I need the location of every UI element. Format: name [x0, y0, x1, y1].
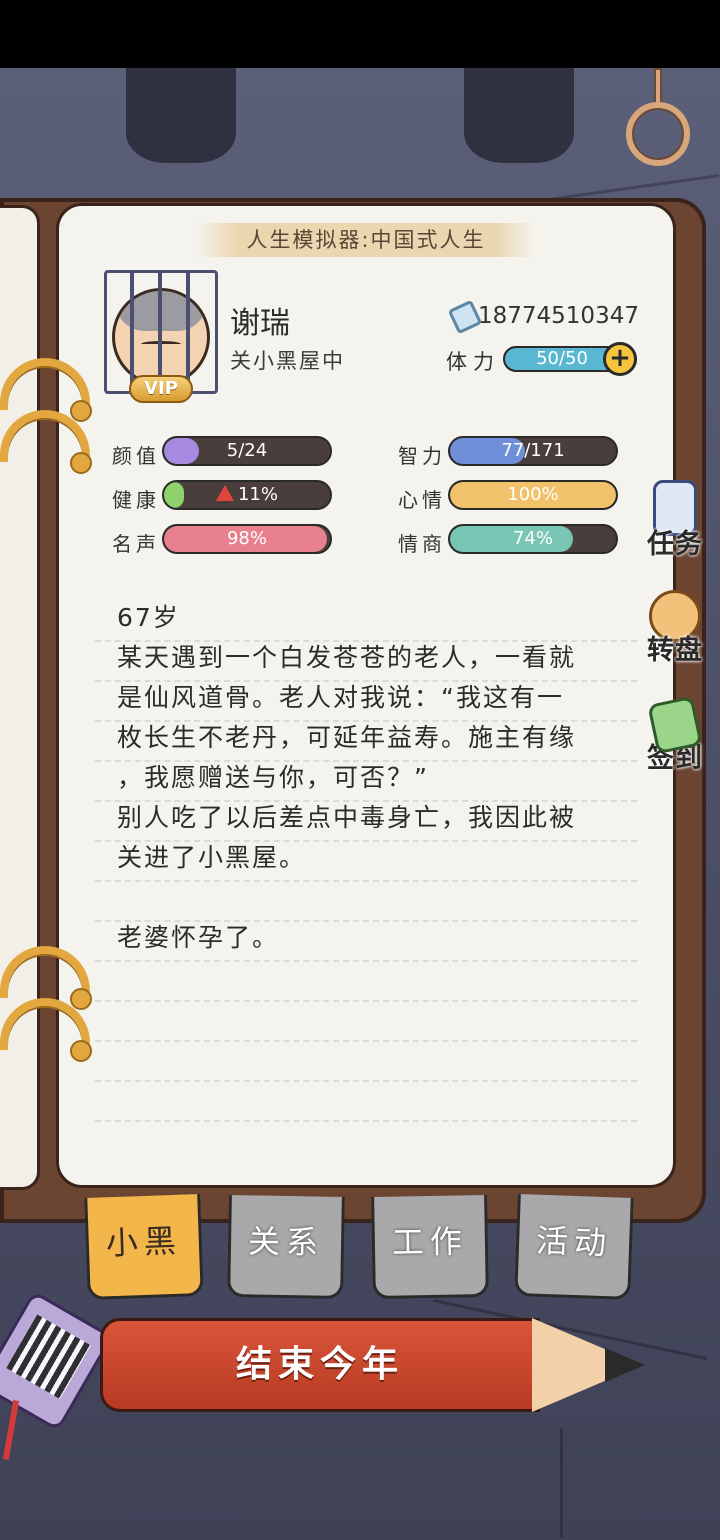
story-text: 67岁 某天遇到一个白发苍苍的老人，一看就 是仙风道骨。老人对我说：“我这有一 … [117, 598, 637, 958]
hanging-ring-icon [626, 102, 690, 166]
story-line: 别人吃了以后差点中毒身亡，我因此被 [117, 803, 577, 832]
ruled-line [95, 1080, 637, 1082]
stat-label-fame: 名声 [112, 532, 160, 556]
stamina-value: 50/50 [536, 348, 588, 369]
story-line: ，我愿赠送与你，可否？” [117, 763, 429, 792]
task-label: 任务 [647, 529, 703, 560]
task-button[interactable]: 任务 [640, 480, 710, 561]
stat-label-mood: 心情 [398, 488, 446, 512]
ruled-line [95, 1040, 637, 1042]
checkin-button[interactable]: 签到 [640, 695, 710, 775]
notebook-pen-icon [647, 695, 703, 755]
stat-value: 5/24 [226, 440, 268, 461]
stat-bar-health: 11% [162, 480, 332, 510]
tab-work[interactable]: 工作 [371, 1194, 489, 1300]
story-line: 关进了小黑屋。 [117, 843, 307, 872]
stat-bar-eq: 74% [448, 524, 618, 554]
story-line: 枚长生不老丹，可延年益寿。施主有缘 [117, 723, 577, 752]
stat-label-appearance: 颜值 [112, 444, 160, 468]
floor-crack [560, 1428, 563, 1538]
stat-label-health: 健康 [112, 488, 160, 512]
end-year-label: 结束今年 [235, 1344, 404, 1385]
stamina-label: 体力 [446, 350, 500, 374]
vip-badge[interactable]: VIP [129, 375, 193, 403]
stat-value: 74% [512, 528, 553, 549]
story-line: 是仙风道骨。老人对我说：“我这有一 [117, 683, 564, 712]
stat-label-intelligence: 智力 [398, 444, 446, 468]
tab-jail[interactable]: 小黑屋 [84, 1194, 204, 1354]
add-stamina-button[interactable]: + [603, 342, 637, 376]
tab-activity[interactable]: 活动 [514, 1194, 634, 1300]
stat-bar-mood: 100% [448, 480, 618, 510]
tab-relations[interactable]: 关系 [227, 1194, 345, 1300]
stat-value: 100% [507, 484, 559, 505]
wheel-button[interactable]: 转盘 [640, 590, 710, 667]
stat-value: 77/171 [501, 440, 565, 461]
jail-bar [130, 270, 134, 394]
health-value: 11% [237, 484, 278, 505]
stat-bar-intelligence: 77/171 [448, 436, 618, 466]
pencil-tip [605, 1348, 645, 1382]
story-line: 某天遇到一个白发苍苍的老人，一看就 [117, 643, 577, 672]
pillar-left [126, 68, 236, 163]
stat-label-eq: 情商 [398, 532, 446, 556]
game-title: 人生模拟器:中国式人生 [197, 223, 535, 257]
age-text: 67岁 [117, 603, 180, 632]
ruled-line [95, 960, 637, 962]
jail-bar [186, 270, 190, 394]
wheel-label: 转盘 [647, 635, 703, 666]
pillar-right [464, 68, 574, 163]
character-status: 关小黑屋中 [230, 349, 345, 373]
stat-value: 11% [164, 482, 330, 508]
stat-bar-appearance: 5/24 [162, 436, 332, 466]
ruled-line [95, 1120, 637, 1122]
stat-bar-fame: 98% [162, 524, 332, 554]
stat-value: 98% [226, 528, 267, 549]
story-line: 老婆怀孕了。 [117, 923, 280, 952]
character-name: 谢瑞 [230, 306, 290, 341]
warning-icon [215, 485, 234, 501]
ruled-line [95, 1000, 637, 1002]
story-line [117, 878, 637, 918]
end-year-button[interactable]: 结束今年 [100, 1318, 645, 1412]
ring-stem [654, 68, 662, 106]
qr-code-icon [6, 1314, 91, 1400]
phone-number: 18774510347 [478, 303, 639, 329]
